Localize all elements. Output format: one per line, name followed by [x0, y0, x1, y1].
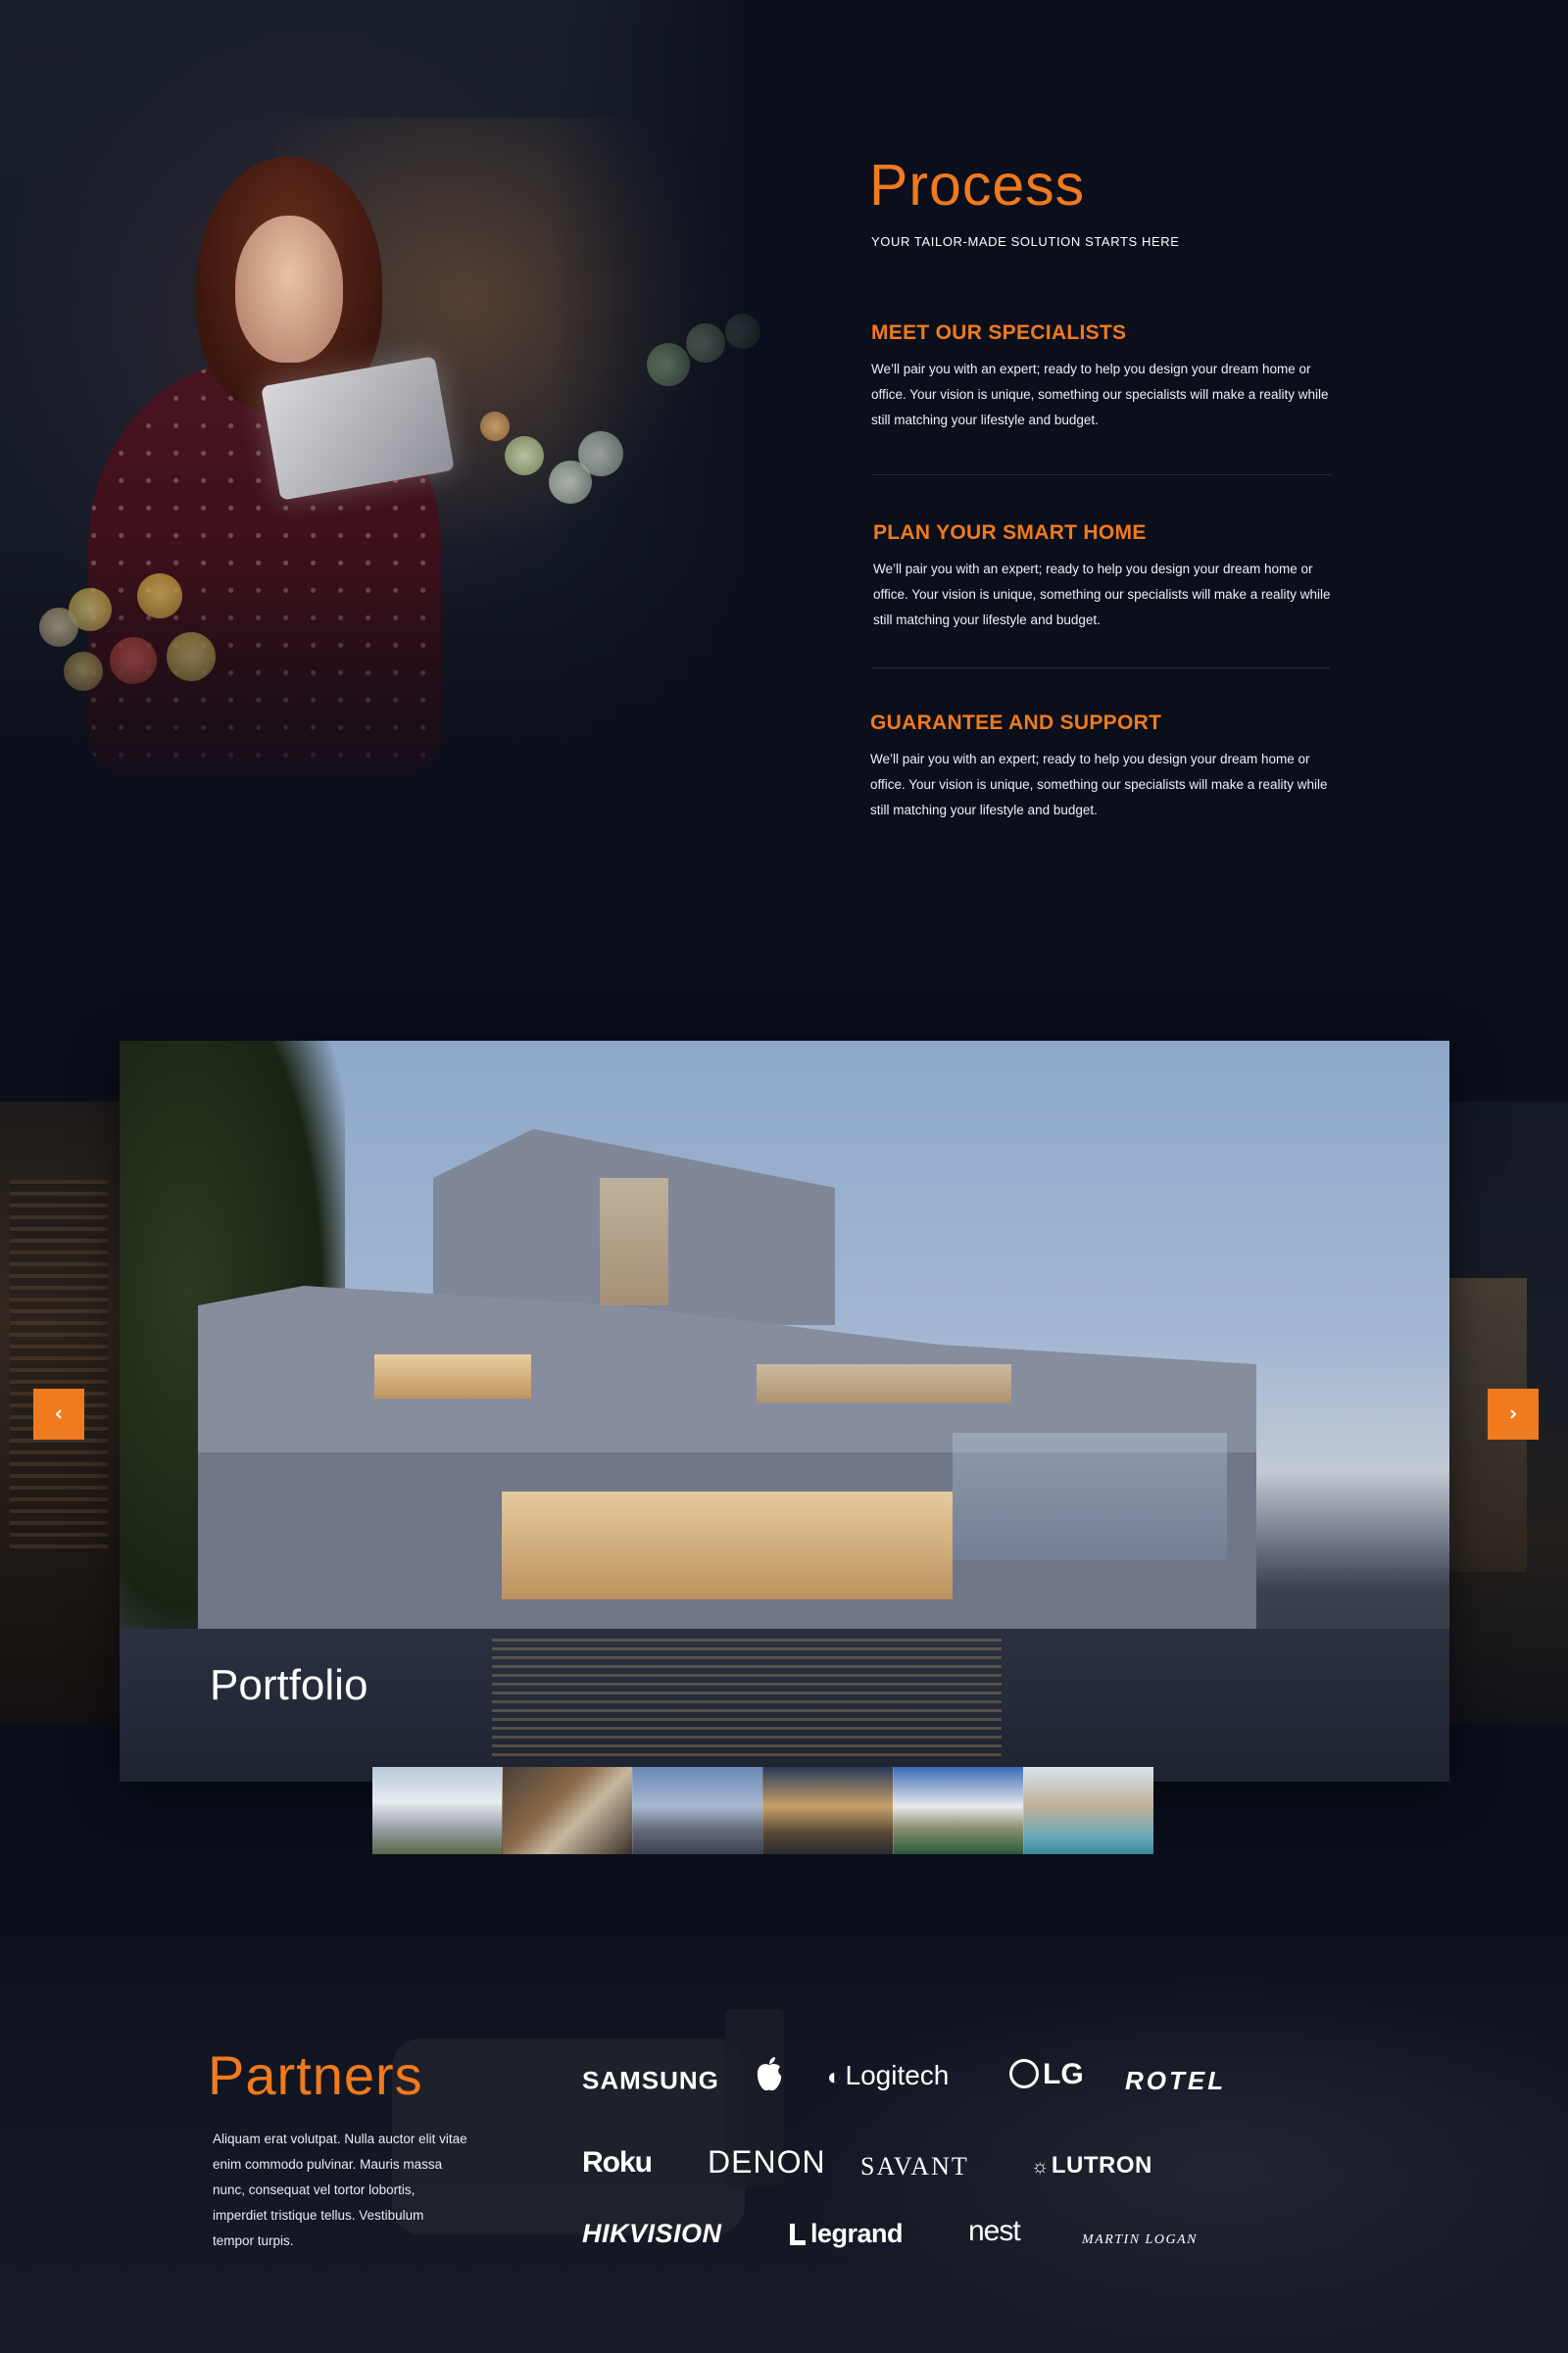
step-heading: MEET OUR SPECIALISTS	[871, 321, 1127, 344]
apple-icon	[757, 2057, 782, 2091]
divider	[871, 474, 1332, 475]
legrand-logo[interactable]: legrand	[790, 2219, 904, 2249]
portfolio-prev-button[interactable]	[33, 1389, 84, 1440]
step-text: We’ll pair you with an expert; ready to …	[873, 562, 1331, 627]
bokeh-light	[39, 608, 78, 647]
hero-photo-woman-tablet	[0, 0, 784, 862]
window-frame	[745, 0, 784, 862]
tablet-device	[261, 356, 455, 501]
bokeh-light	[69, 588, 112, 631]
portfolio-next-button[interactable]	[1488, 1389, 1539, 1440]
lutron-logo[interactable]: ☼LUTRON	[1031, 2152, 1152, 2180]
portfolio-thumbnail[interactable]	[762, 1767, 893, 1854]
lit-window	[502, 1492, 953, 1599]
bokeh-light	[64, 652, 103, 691]
legrand-mark-icon	[790, 2224, 806, 2245]
portfolio-thumbnail[interactable]	[632, 1767, 762, 1854]
process-subtitle: YOUR TAILOR-MADE SOLUTION STARTS HERE	[871, 234, 1180, 249]
step-guarantee-support: GUARANTEE AND SUPPORT We’ll pair you wit…	[870, 711, 1341, 823]
bokeh-light	[647, 343, 690, 386]
lutron-sun-icon: ☼	[1031, 2156, 1050, 2178]
process-title: Process	[869, 153, 1086, 218]
portfolio-thumbnail[interactable]	[893, 1767, 1023, 1854]
chevron-right-icon	[1510, 1409, 1517, 1419]
lg-wordmark: LG	[1043, 2058, 1084, 2090]
step-plan-smart-home: PLAN YOUR SMART HOME We’ll pair you with…	[873, 521, 1344, 633]
logitech-logo[interactable]: ◐ Logitech	[827, 2060, 949, 2091]
bokeh-light	[110, 637, 157, 684]
bokeh-light	[686, 323, 725, 363]
step-meet-specialists: MEET OUR SPECIALISTS We’ll pair you with…	[871, 321, 1342, 433]
lg-logo[interactable]: LG	[1009, 2058, 1084, 2091]
divider	[871, 667, 1330, 668]
bokeh-light	[137, 573, 182, 618]
portfolio-thumbnail[interactable]	[372, 1767, 502, 1854]
denon-logo[interactable]: DENON	[708, 2144, 826, 2181]
bokeh-light	[480, 412, 510, 441]
city-lights	[274, 118, 764, 568]
logitech-wordmark: Logitech	[845, 2060, 950, 2090]
partners-section	[0, 1891, 1568, 2353]
bokeh-light	[578, 431, 623, 476]
legrand-wordmark: legrand	[810, 2219, 904, 2248]
lutron-wordmark: LUTRON	[1051, 2152, 1152, 2179]
portfolio-thumbnail[interactable]	[502, 1767, 632, 1854]
bokeh-light	[505, 436, 544, 475]
woman-figure	[88, 363, 441, 774]
samsung-logo[interactable]: SAMSUNG	[582, 2067, 719, 2095]
lit-window	[374, 1354, 531, 1398]
woman-face	[235, 216, 343, 363]
portfolio-title: Portfolio	[210, 1661, 368, 1709]
lit-window	[757, 1364, 1011, 1403]
portfolio-thumbnail-strip	[372, 1767, 1153, 1854]
partners-title: Partners	[208, 2044, 423, 2106]
logitech-mark-icon: ◐	[827, 2064, 842, 2090]
lit-window	[953, 1433, 1227, 1560]
step-heading: GUARANTEE AND SUPPORT	[870, 711, 1162, 734]
lg-circle-icon	[1009, 2059, 1039, 2088]
chevron-left-icon	[55, 1409, 62, 1419]
bokeh-light	[549, 461, 592, 504]
step-text: We’ll pair you with an expert; ready to …	[871, 362, 1329, 427]
lit-window	[600, 1178, 668, 1305]
savant-logo[interactable]: SAVANT	[860, 2152, 969, 2181]
apple-logo[interactable]	[753, 2054, 786, 2093]
step-heading: PLAN YOUR SMART HOME	[873, 521, 1147, 544]
martinlogan-logo[interactable]: MARTIN LOGAN	[1082, 2232, 1198, 2248]
step-text: We’ll pair you with an expert; ready to …	[870, 752, 1328, 817]
bokeh-light	[725, 314, 760, 349]
partners-description: Aliquam erat volutpat. Nulla auctor elit…	[213, 2132, 467, 2248]
hikvision-logo[interactable]: HIKVISION	[582, 2219, 722, 2249]
rotel-logo[interactable]: ROTEL	[1125, 2066, 1226, 2096]
bokeh-light	[167, 632, 216, 681]
roku-logo[interactable]: Roku	[582, 2146, 653, 2180]
nest-logo[interactable]: nest	[968, 2215, 1021, 2248]
portfolio-thumbnail[interactable]	[1023, 1767, 1153, 1854]
woman-hair	[196, 157, 382, 412]
process-section: Process YOUR TAILOR-MADE SOLUTION STARTS…	[0, 0, 1568, 960]
